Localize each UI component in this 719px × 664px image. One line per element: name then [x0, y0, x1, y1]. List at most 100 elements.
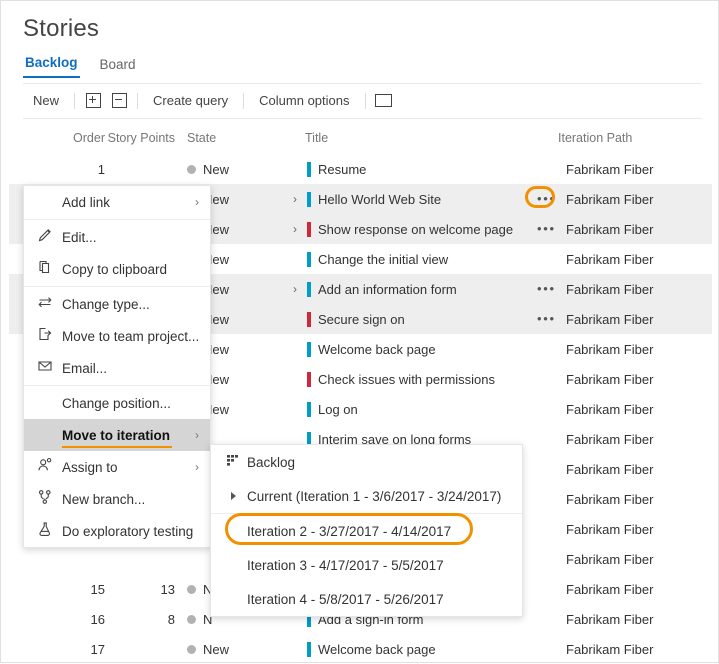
cell-iteration-path: Fabrikam Fiber	[566, 342, 654, 357]
cell-state: New	[187, 642, 229, 657]
state-dot-icon	[187, 615, 196, 624]
cell-title: › Add an information form	[293, 279, 457, 299]
menu-item-label: Add link	[62, 194, 111, 210]
submenu-item-backlog[interactable]: Backlog	[211, 445, 522, 479]
column-header-state[interactable]: State	[187, 131, 216, 145]
minus-box-icon	[111, 93, 127, 108]
story-type-bar-icon	[307, 191, 311, 207]
copy-icon	[37, 259, 53, 280]
menu-item-do-exploratory-testing[interactable]: Do exploratory testing	[24, 515, 210, 547]
table-row[interactable]: 17 New Welcome back page Fabrikam Fiber	[9, 634, 712, 664]
menu-item-label: Email...	[62, 360, 108, 376]
menu-item-change-position[interactable]: Change position...	[24, 387, 210, 419]
cell-iteration-path: Fabrikam Fiber	[566, 432, 654, 447]
bug-type-bar-icon	[307, 221, 311, 237]
column-header-title[interactable]: Title	[305, 131, 328, 145]
cell-iteration-path: Fabrikam Fiber	[566, 312, 654, 327]
row-context-menu-button[interactable]: •••	[537, 312, 556, 325]
title-link[interactable]: Secure sign on	[318, 312, 405, 327]
title-link[interactable]: Log on	[318, 402, 358, 417]
menu-item-email[interactable]: Email...	[24, 352, 210, 384]
menu-item-label: Change type...	[62, 296, 150, 312]
title-link[interactable]: Welcome back page	[318, 342, 436, 357]
triangle-right-icon[interactable]	[230, 492, 236, 500]
cell-title: Log on	[293, 399, 358, 419]
column-header-order[interactable]: Order	[61, 131, 105, 145]
submenu-item-label: Backlog	[247, 454, 296, 470]
table-row[interactable]: 1 New Resume Fabrikam Fiber	[9, 154, 712, 184]
chevron-right-icon[interactable]: ›	[293, 193, 307, 205]
menu-item-new-branch[interactable]: New branch...	[24, 483, 210, 515]
menu-item-assign-to[interactable]: Assign to ›	[24, 451, 210, 483]
submenu-item-iteration-3-4-17-2017-5-5-2017[interactable]: Iteration 3 - 4/17/2017 - 5/5/2017	[211, 548, 522, 582]
story-type-bar-icon	[307, 401, 311, 417]
title-link[interactable]: Hello World Web Site	[318, 192, 441, 207]
title-link[interactable]: Welcome back page	[318, 642, 436, 657]
backlog-grid-icon	[225, 452, 241, 473]
expand-all-button[interactable]	[80, 90, 106, 112]
row-context-menu-button[interactable]: •••	[537, 282, 556, 295]
toolbar-divider	[137, 92, 139, 109]
title-link[interactable]: Resume	[318, 162, 366, 177]
cell-iteration-path: Fabrikam Fiber	[566, 462, 654, 477]
chevron-right-icon[interactable]: ›	[293, 283, 307, 295]
submenu-item-current-iteration-1-3-6-2017-3-24-2017[interactable]: Current (Iteration 1 - 3/6/2017 - 3/24/2…	[211, 479, 522, 513]
cell-iteration-path: Fabrikam Fiber	[566, 612, 654, 627]
cell-iteration-path: Fabrikam Fiber	[566, 552, 654, 567]
collapse-all-button[interactable]	[106, 90, 132, 112]
title-link[interactable]: Add an information form	[318, 282, 457, 297]
menu-divider	[24, 219, 210, 220]
submenu-item-label: Iteration 3 - 4/17/2017 - 5/5/2017	[247, 557, 444, 573]
branch-icon	[37, 489, 53, 510]
menu-item-copy-to-clipboard[interactable]: Copy to clipboard	[24, 253, 210, 285]
column-options-button[interactable]: Column options	[249, 93, 359, 108]
pencil-icon	[37, 227, 53, 248]
state-dot-icon	[187, 585, 196, 594]
menu-item-move-to-iteration[interactable]: Move to iteration ›	[24, 419, 210, 451]
create-query-button[interactable]: Create query	[143, 93, 238, 108]
title-link[interactable]: Change the initial view	[318, 252, 448, 267]
state-label: New	[203, 642, 230, 657]
menu-item-icon-slot	[34, 194, 56, 210]
menu-item-label: Move to team project...	[62, 328, 200, 344]
menu-item-move-to-team-project[interactable]: Move to team project...	[24, 320, 210, 352]
cell-iteration-path: Fabrikam Fiber	[566, 402, 654, 417]
menu-item-icon-slot	[34, 326, 56, 347]
row-context-menu-button[interactable]: •••	[537, 222, 556, 235]
tab-backlog[interactable]: Backlog	[23, 53, 80, 78]
menu-item-edit[interactable]: Edit...	[24, 221, 210, 253]
cell-state: New	[187, 162, 229, 177]
story-type-bar-icon	[307, 641, 311, 657]
new-button[interactable]: New	[23, 93, 69, 108]
menu-item-icon-slot	[34, 259, 56, 280]
envelope-icon	[375, 94, 392, 107]
column-header-iteration-path[interactable]: Iteration Path	[558, 131, 632, 145]
menu-item-change-type[interactable]: Change type...	[24, 288, 210, 320]
state-label: New	[203, 162, 230, 177]
submenu-item-label: Current (Iteration 1 - 3/6/2017 - 3/24/2…	[247, 488, 502, 504]
cell-iteration-path: Fabrikam Fiber	[566, 582, 654, 597]
title-link[interactable]: Show response on welcome page	[318, 222, 513, 237]
context-menu: Add link › Edit... Copy to clipboard Change …	[23, 185, 211, 548]
story-type-bar-icon	[307, 341, 311, 357]
title-link[interactable]: Check issues with permissions	[318, 372, 495, 387]
cell-iteration-path: Fabrikam Fiber	[566, 222, 654, 237]
cell-iteration-path: Fabrikam Fiber	[566, 522, 654, 537]
cell-order: 16	[90, 612, 105, 627]
cell-title: › Hello World Web Site	[293, 189, 441, 209]
menu-item-label: Copy to clipboard	[62, 261, 168, 277]
cell-title: › Show response on welcome page	[293, 219, 513, 239]
menu-item-add-link[interactable]: Add link ›	[24, 186, 210, 218]
cell-iteration-path: Fabrikam Fiber	[566, 492, 654, 507]
cell-story-points: 13	[160, 582, 175, 597]
chevron-right-icon: ›	[195, 428, 199, 442]
chevron-right-icon[interactable]: ›	[293, 223, 307, 235]
email-button[interactable]	[371, 90, 397, 112]
tab-board[interactable]: Board	[98, 55, 138, 78]
story-type-bar-icon	[307, 161, 311, 177]
submenu-item-iteration-4-5-8-2017-5-26-2017[interactable]: Iteration 4 - 5/8/2017 - 5/26/2017	[211, 582, 522, 616]
no-icon	[37, 395, 53, 411]
story-type-bar-icon	[307, 281, 311, 297]
toolbar-divider	[74, 92, 76, 109]
column-header-story-points[interactable]: Story Points	[105, 131, 175, 145]
